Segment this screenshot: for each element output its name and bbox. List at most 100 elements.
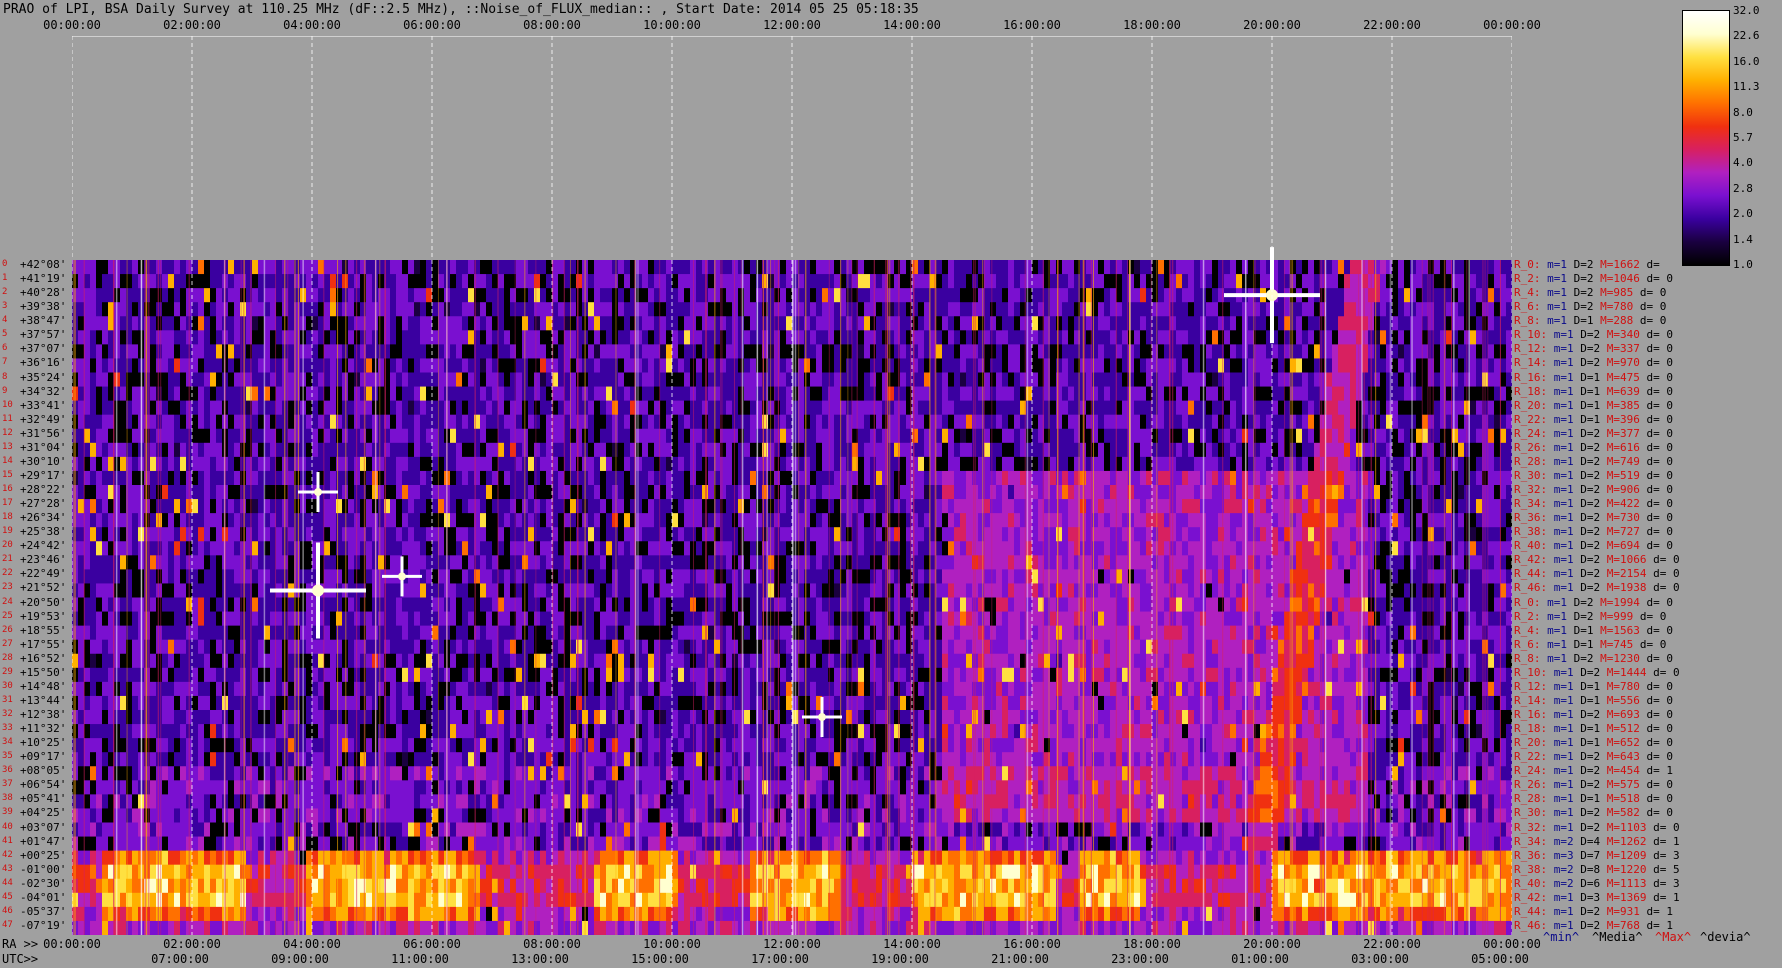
heatmap-cell	[954, 470, 960, 486]
heatmap-cell	[618, 527, 624, 542]
heatmap-cell	[342, 260, 348, 275]
heatmap-cell	[954, 499, 960, 514]
heatmap-cell	[276, 274, 282, 289]
heatmap-cell	[1362, 499, 1368, 514]
heatmap-cell	[1116, 400, 1122, 416]
heatmap-cell	[1398, 344, 1404, 359]
heatmap-cell	[1494, 470, 1500, 486]
heatmap-cell	[912, 288, 918, 303]
heatmap-cell	[486, 274, 492, 289]
heatmap-cell	[120, 358, 126, 373]
heatmap-cell	[816, 358, 822, 373]
heatmap-cell	[696, 344, 702, 359]
heatmap-cell	[918, 541, 924, 556]
heatmap-cell	[252, 386, 258, 402]
heatmap-cell	[1104, 288, 1110, 303]
heatmap-cell	[882, 456, 888, 472]
heatmap-cell	[480, 485, 486, 500]
heatmap-cell	[168, 302, 174, 317]
heatmap-cell	[1434, 414, 1440, 430]
heatmap-cell	[450, 302, 456, 317]
heatmap-cell	[1014, 428, 1020, 444]
heatmap-cell	[1206, 288, 1212, 303]
heatmap-cell	[492, 527, 498, 542]
heatmap-cell	[888, 442, 894, 458]
heatmap-cell	[180, 386, 186, 402]
heatmap-cell	[1104, 414, 1110, 430]
heatmap-cell	[834, 485, 840, 500]
heatmap-cell	[540, 442, 546, 458]
heatmap-cell	[1380, 527, 1386, 542]
heatmap-cell	[1494, 260, 1500, 275]
heatmap-cell	[516, 541, 522, 556]
heatmap-cell	[1350, 400, 1356, 416]
heatmap-cell	[1212, 372, 1218, 388]
heatmap-cell	[996, 541, 1002, 556]
heatmap-cell	[312, 414, 318, 430]
heatmap-cell	[228, 330, 234, 345]
heatmap-cell	[618, 316, 624, 331]
heatmap-cell	[1206, 428, 1212, 444]
heatmap-cell	[990, 330, 996, 345]
heatmap-cell	[1506, 274, 1512, 289]
heatmap-cell	[1422, 527, 1428, 542]
heatmap-cell	[1344, 499, 1350, 514]
heatmap-cell	[1398, 485, 1404, 500]
heatmap-cell	[492, 288, 498, 303]
heatmap-cell	[1332, 527, 1338, 542]
heatmap-cell	[528, 302, 534, 317]
heatmap-cell	[78, 414, 84, 430]
heatmap-cell	[1230, 499, 1236, 514]
heatmap-cell	[120, 274, 126, 289]
heatmap-cell	[1134, 260, 1140, 275]
heatmap-cell	[84, 541, 90, 556]
heatmap-cell	[576, 358, 582, 373]
heatmap-cell	[600, 513, 606, 528]
heatmap-cell	[132, 485, 138, 500]
heatmap-cell	[816, 541, 822, 556]
heatmap-cell	[1494, 274, 1500, 289]
heatmap-cell	[1260, 358, 1266, 373]
heatmap-cell	[1182, 470, 1188, 486]
heatmap-cell	[1212, 456, 1218, 472]
heatmap-cell	[486, 442, 492, 458]
heatmap-cell	[642, 456, 648, 472]
heatmap-cell	[558, 527, 564, 542]
heatmap-cell	[1164, 442, 1170, 458]
heatmap-cell	[504, 274, 510, 289]
heatmap-cell	[1350, 274, 1356, 289]
heatmap-cell	[642, 344, 648, 359]
heatmap-cell	[876, 260, 882, 275]
heatmap-cell	[1266, 414, 1272, 430]
heatmap-cell	[600, 302, 606, 317]
heatmap-cell	[648, 288, 654, 303]
heatmap-cell	[1230, 470, 1236, 486]
heatmap-cell	[198, 513, 204, 528]
heatmap-cell	[588, 513, 594, 528]
heatmap-cell	[1224, 527, 1230, 542]
heatmap-cell	[642, 513, 648, 528]
heatmap-cell	[1062, 456, 1068, 472]
heatmap-cell	[1416, 400, 1422, 416]
heatmap-cell	[576, 428, 582, 444]
heatmap-cell	[1062, 358, 1068, 373]
heatmap-cell	[1404, 485, 1410, 500]
heatmap-cell	[678, 302, 684, 317]
heatmap-cell	[330, 302, 336, 317]
heatmap-cell	[1164, 414, 1170, 430]
heatmap-cell	[744, 485, 750, 500]
heatmap-cell	[1008, 288, 1014, 303]
heatmap-cell	[600, 260, 606, 275]
heatmap-cell	[1110, 372, 1116, 388]
heatmap-cell	[84, 274, 90, 289]
heatmap-cell	[1128, 330, 1134, 345]
heatmap-cell	[450, 513, 456, 528]
heatmap-cell	[900, 541, 906, 556]
heatmap-cell	[858, 330, 864, 345]
heatmap-cell	[1140, 316, 1146, 331]
heatmap-cell	[594, 541, 600, 556]
heatmap-cell	[1314, 344, 1320, 359]
heatmap-cell	[1206, 456, 1212, 472]
heatmap-cell	[1380, 442, 1386, 458]
heatmap-cell	[990, 456, 996, 472]
